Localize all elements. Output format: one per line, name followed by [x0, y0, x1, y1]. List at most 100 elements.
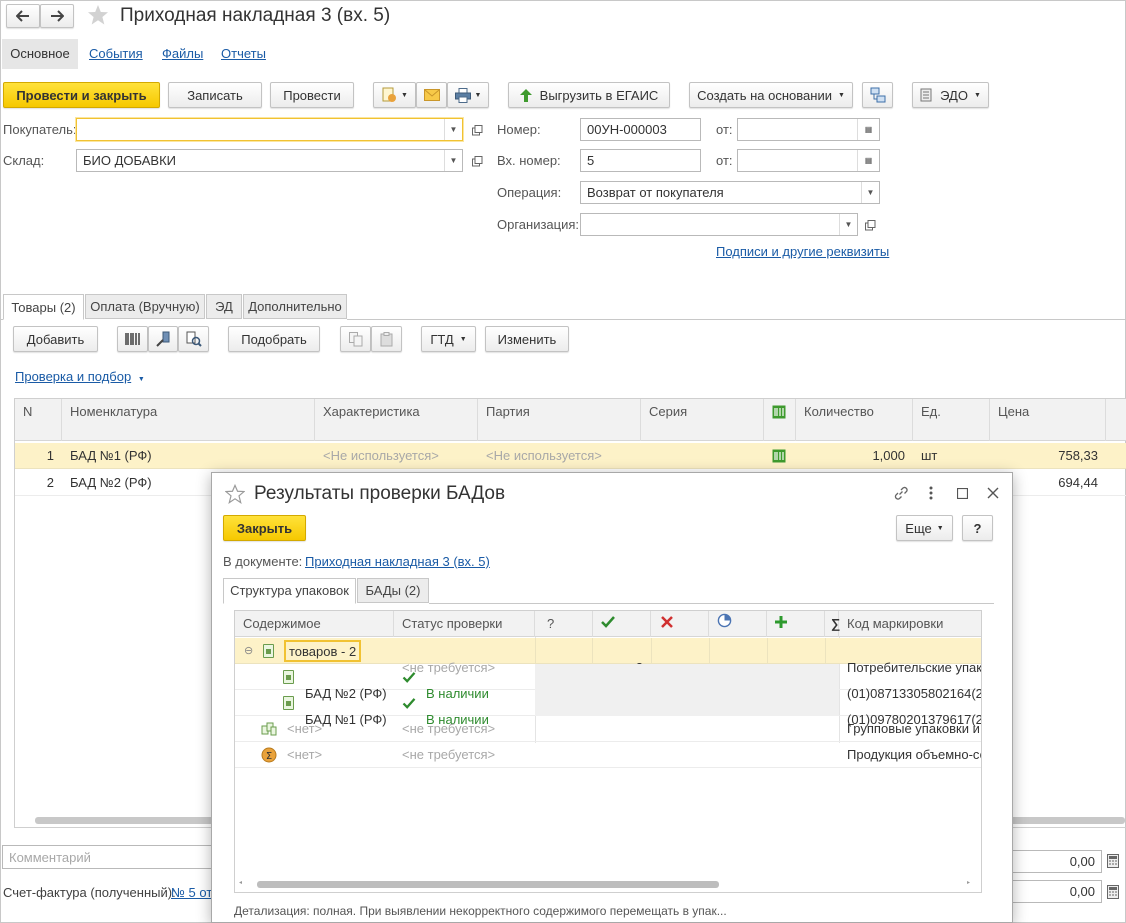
- gtd-button[interactable]: ГТД ▼: [421, 326, 476, 352]
- organization-label: Организация:: [497, 217, 580, 232]
- buyer-open-icon[interactable]: [467, 120, 487, 140]
- calendar-icon[interactable]: ▦: [857, 119, 879, 140]
- doc-label: В документе:: [223, 554, 303, 569]
- barcode-button[interactable]: [117, 326, 148, 352]
- scanner-button[interactable]: [148, 326, 178, 352]
- incoming-date-field[interactable]: ▦: [737, 149, 880, 172]
- col-ok[interactable]: [593, 611, 651, 637]
- table-row[interactable]: 1 БАД №1 (РФ) <Не используется> <Не испо…: [15, 443, 1126, 469]
- post-button[interactable]: Провести: [270, 82, 354, 108]
- date-field[interactable]: ▦: [737, 118, 880, 141]
- calculator-icon[interactable]: [1103, 882, 1123, 902]
- number-field[interactable]: 00УН-000003: [580, 118, 701, 141]
- tree-row[interactable]: БАД №2 (РФ) В наличии (01)08713305802164…: [235, 664, 981, 701]
- warehouse-open-icon[interactable]: [467, 151, 487, 171]
- operation-dropdown-icon[interactable]: ▼: [861, 182, 879, 203]
- col-party[interactable]: Партия: [478, 399, 641, 441]
- dialog-tab-bads[interactable]: БАДы (2): [357, 578, 429, 603]
- dialog-help-button[interactable]: ?: [962, 515, 993, 541]
- col-question[interactable]: ?: [535, 611, 593, 637]
- col-characteristic[interactable]: Характеристика: [315, 399, 478, 441]
- pick-button[interactable]: Подобрать: [228, 326, 320, 352]
- warehouse-field[interactable]: БИО ДОБАВКИ ▼: [76, 149, 463, 172]
- structure-scrollbar[interactable]: [257, 881, 719, 888]
- col-quantity[interactable]: Количество: [796, 399, 913, 441]
- warehouse-dropdown-icon[interactable]: ▼: [444, 150, 462, 171]
- structure-scroll-right[interactable]: ▸: [967, 879, 970, 886]
- tabs-divider-left: [0, 319, 3, 320]
- edo-button[interactable]: ЭДО ▼: [912, 82, 989, 108]
- maximize-icon[interactable]: [957, 488, 968, 499]
- tree-row[interactable]: <нет> <не требуется> Групповые упаковки …: [235, 716, 981, 742]
- tree-row[interactable]: ⊖ товаров - 2 <не требуется> 2 Потребите…: [235, 638, 981, 675]
- organization-dropdown-icon[interactable]: ▼: [839, 214, 857, 235]
- calculator-icon[interactable]: [1103, 851, 1123, 871]
- dialog-more-button[interactable]: Еще ▼: [896, 515, 953, 541]
- organization-field[interactable]: ▼: [580, 213, 858, 236]
- comment-field[interactable]: Комментарий: [2, 845, 212, 869]
- add-button[interactable]: Добавить: [13, 326, 98, 352]
- table-header: N Номенклатура Характеристика Партия Сер…: [15, 399, 1126, 441]
- paste-button[interactable]: [371, 326, 402, 352]
- mail-button[interactable]: [416, 82, 447, 108]
- operation-label: Операция:: [497, 185, 562, 200]
- plus-icon: [775, 616, 787, 628]
- close-icon[interactable]: [987, 487, 999, 499]
- section-reports[interactable]: Отчеты: [221, 46, 266, 61]
- create-based-on-button[interactable]: Создать на основании ▼: [689, 82, 853, 108]
- tree-row[interactable]: БАД №1 (РФ) В наличии (01)09780201379617…: [235, 690, 981, 727]
- section-events[interactable]: События: [89, 46, 143, 61]
- structure-scroll-left[interactable]: ◂: [239, 879, 242, 886]
- tab-goods[interactable]: Товары (2): [3, 294, 84, 320]
- col-content[interactable]: Содержимое: [235, 611, 394, 637]
- forward-button[interactable]: [40, 4, 74, 28]
- search-barcode-button[interactable]: [178, 326, 209, 352]
- save-button[interactable]: Записать: [168, 82, 262, 108]
- signatures-link[interactable]: Подписи и другие реквизиты: [716, 244, 889, 259]
- col-n[interactable]: N: [15, 399, 62, 441]
- create-doc-button[interactable]: ▼: [373, 82, 416, 108]
- back-button[interactable]: [6, 4, 40, 28]
- col-error[interactable]: [651, 611, 709, 637]
- copy-button[interactable]: [340, 326, 371, 352]
- check-and-pick-menu[interactable]: Проверка и подбор ▼: [15, 369, 145, 384]
- buyer-field[interactable]: ▼: [76, 118, 463, 141]
- favorite-star-icon[interactable]: [225, 484, 245, 504]
- more-vertical-icon[interactable]: [928, 485, 934, 501]
- buyer-dropdown-icon[interactable]: ▼: [444, 119, 462, 140]
- print-button[interactable]: ▼: [447, 82, 489, 108]
- col-sum[interactable]: ∑: [825, 611, 840, 637]
- col-check-status[interactable]: Статус проверки: [394, 611, 535, 637]
- tree-content-editing[interactable]: товаров - 2: [284, 640, 362, 662]
- tab-ed[interactable]: ЭД: [206, 294, 242, 319]
- section-files[interactable]: Файлы: [162, 46, 203, 61]
- section-main[interactable]: Основное: [2, 39, 78, 69]
- col-series[interactable]: Серия: [641, 399, 764, 441]
- collapse-icon[interactable]: ⊖: [244, 638, 253, 664]
- dialog-tab-structure[interactable]: Структура упаковок: [223, 578, 356, 604]
- col-marking-code[interactable]: Код маркировки: [839, 611, 981, 637]
- col-nomenclature[interactable]: Номенклатура: [62, 399, 315, 441]
- link-icon[interactable]: [893, 485, 909, 501]
- operation-field[interactable]: Возврат от покупателя ▼: [580, 181, 880, 204]
- favorite-star-icon[interactable]: [87, 4, 109, 26]
- change-button[interactable]: Изменить: [485, 326, 569, 352]
- col-pending[interactable]: [709, 611, 767, 637]
- dialog-close-button[interactable]: Закрыть: [223, 515, 306, 541]
- tree-row[interactable]: Σ <нет> <не требуется> Продукция объемно…: [235, 742, 981, 768]
- col-marking[interactable]: [764, 399, 796, 441]
- doc-link[interactable]: Приходная накладная 3 (вх. 5): [305, 554, 490, 569]
- incoming-number-field[interactable]: 5: [580, 149, 701, 172]
- upload-egais-button[interactable]: Выгрузить в ЕГАИС: [508, 82, 670, 108]
- structure-button[interactable]: [862, 82, 893, 108]
- pie-clock-icon: [717, 613, 732, 628]
- tab-payment[interactable]: Оплата (Вручную): [85, 294, 205, 319]
- calendar-icon[interactable]: ▦: [857, 150, 879, 171]
- organization-open-icon[interactable]: [860, 215, 880, 235]
- col-added[interactable]: [767, 611, 825, 637]
- post-and-close-button[interactable]: Провести и закрыть: [3, 82, 160, 108]
- col-unit[interactable]: Ед.: [913, 399, 990, 441]
- col-price[interactable]: Цена: [990, 399, 1106, 441]
- tab-additional[interactable]: Дополнительно: [243, 294, 347, 319]
- invoice-link[interactable]: № 5 от: [171, 885, 212, 900]
